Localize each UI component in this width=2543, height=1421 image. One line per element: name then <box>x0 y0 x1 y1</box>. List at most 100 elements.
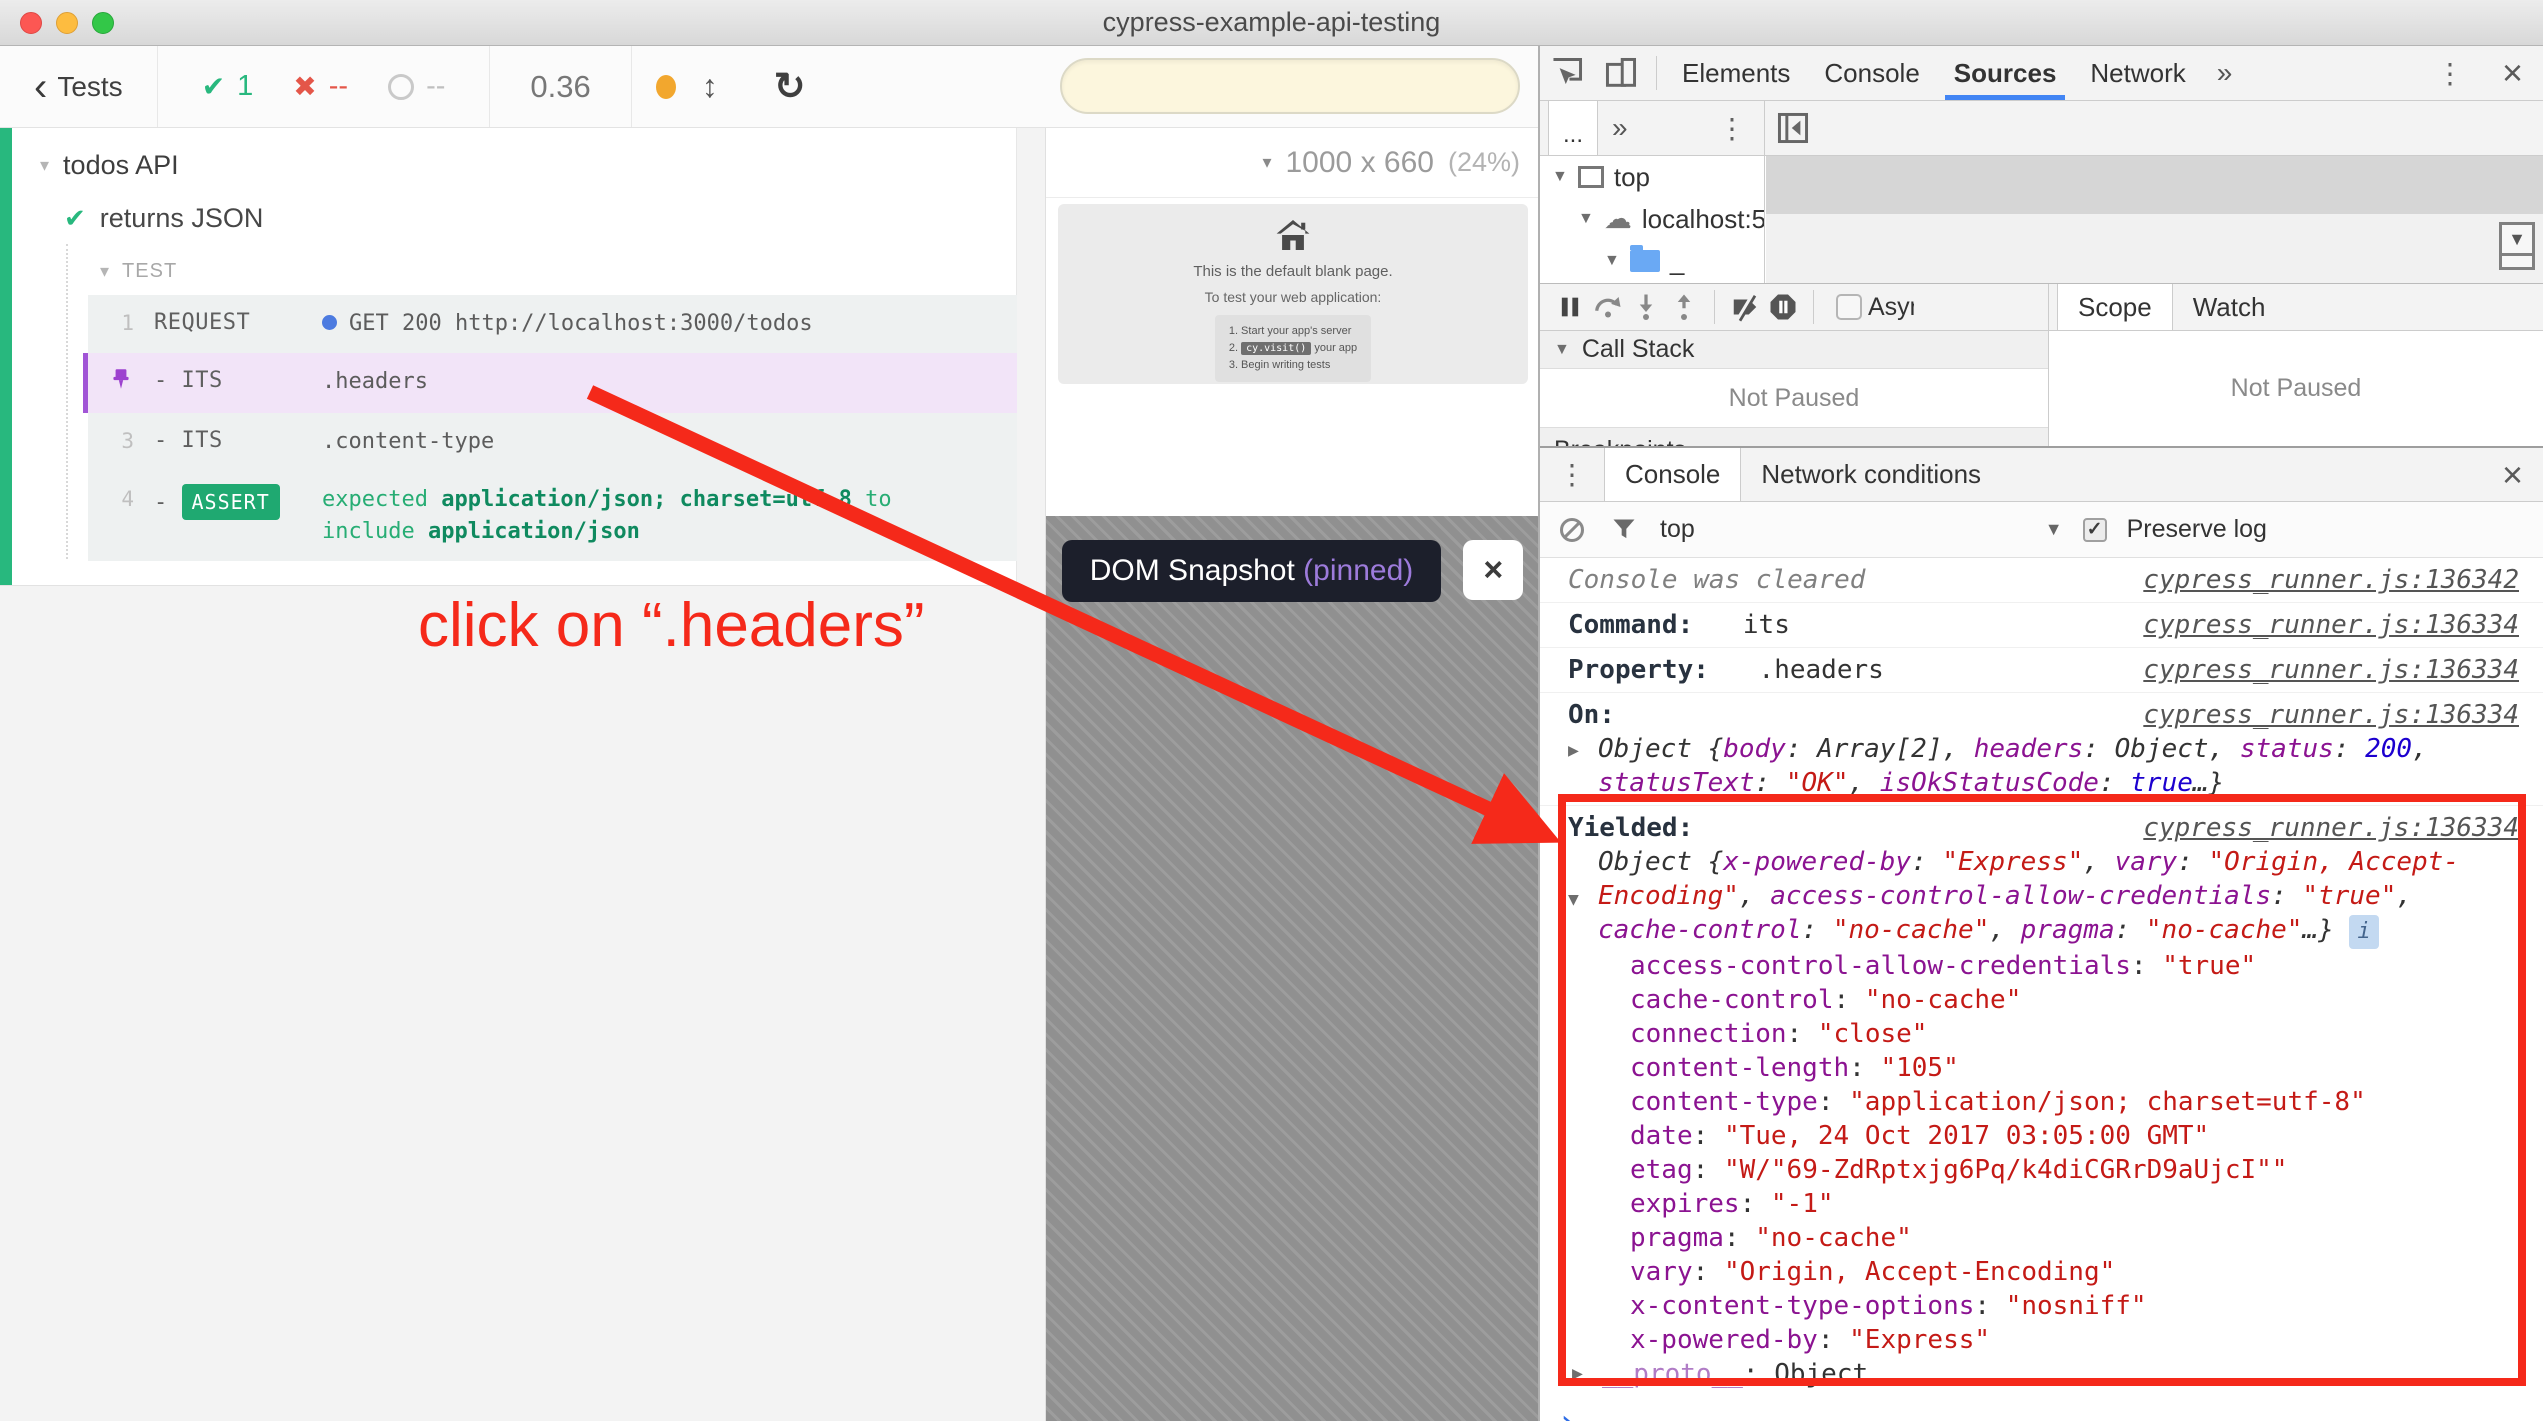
back-to-tests-button[interactable]: ‹ Tests <box>0 46 158 127</box>
expand-caret-icon[interactable]: ▶ <box>1572 1357 1583 1391</box>
header-property-row[interactable]: vary: "Origin, Accept-Encoding" <box>1630 1255 2519 1289</box>
inspect-element-icon[interactable] <box>1550 56 1584 90</box>
devtools-menu-icon[interactable]: ⋮ <box>2418 57 2482 90</box>
pin-icon <box>108 366 134 392</box>
header-property-row[interactable]: etag: "W/"69-ZdRptxjg6Pq/k4diCGRrD9aUjcI… <box>1630 1153 2519 1187</box>
header-property-row[interactable]: date: "Tue, 24 Oct 2017 03:05:00 GMT" <box>1630 1119 2519 1153</box>
unpin-snapshot-button[interactable]: × <box>1463 540 1523 600</box>
pending-stat[interactable]: -- <box>388 70 445 103</box>
tree-item-top[interactable]: ▼ top <box>1540 156 1764 198</box>
call-stack-section: ▼ Call Stack Not Paused Breakpoints <box>1540 331 2048 446</box>
header-property-row[interactable]: x-content-type-options: "nosniff" <box>1630 1289 2519 1323</box>
tab-network[interactable]: Network <box>2073 46 2202 100</box>
on-object-preview[interactable]: ▶ Object {body: Array[2], headers: Objec… <box>1568 732 2468 800</box>
filter-icon[interactable] <box>1608 514 1640 546</box>
drawer-tab-console[interactable]: Console <box>1604 448 1741 501</box>
tree-label: top <box>1614 162 1650 193</box>
header-property-row[interactable]: pragma: "no-cache" <box>1630 1221 2519 1255</box>
blank-page-steps: 1. Start your app's server 2. cy.visit()… <box>1215 315 1371 382</box>
tab-list-dropdown-icon[interactable]: ▼ <box>2499 222 2535 270</box>
drawer-tab-network-conditions[interactable]: Network conditions <box>1741 448 2001 501</box>
tab-console[interactable]: Console <box>1807 46 1936 100</box>
caret-down-icon: ▼ <box>1554 341 1570 359</box>
annotation-text: click on “.headers” <box>418 590 925 661</box>
header-property-row[interactable]: content-type: "application/json; charset… <box>1630 1085 2519 1119</box>
source-link[interactable]: cypress_runner.js:136334 <box>2143 653 2519 687</box>
call-stack-header[interactable]: ▼ Call Stack <box>1540 331 2048 369</box>
console-row-on: cypress_runner.js:136334 On: ▶ Object {b… <box>1540 693 2543 806</box>
expand-caret-icon[interactable]: ▶ <box>1568 734 1579 768</box>
tree-item-localhost[interactable]: ▼ ☁ localhost:5 <box>1540 198 1764 240</box>
tab-scope[interactable]: Scope <box>2057 284 2173 330</box>
snapshot-header-row: DOM Snapshot (pinned) × <box>1046 516 1539 602</box>
command-message: .headers <box>322 366 962 398</box>
test-section-row[interactable]: ▾ TEST <box>100 260 1016 283</box>
collapse-caret-icon[interactable]: ▼ <box>1568 883 1579 917</box>
info-icon[interactable]: i <box>2349 915 2378 949</box>
suite-title-row[interactable]: ▾ todos API <box>0 150 1016 181</box>
indent-guide <box>66 244 68 559</box>
property-name: x-content-type-options <box>1630 1291 1974 1321</box>
breakpoints-header-clipped[interactable]: Breakpoints <box>1540 427 2048 446</box>
console-drawer: ⋮ Console Network conditions × top ▼ ✓ P… <box>1540 446 2543 1421</box>
collapse-sidebar-icon[interactable] <box>1776 111 1810 145</box>
console-prompt[interactable]: › <box>1540 1396 2543 1421</box>
command-row-its-content-type[interactable]: 3 - ITS .content-type <box>88 413 1017 471</box>
passed-stat[interactable]: ✔ 1 <box>202 70 254 103</box>
header-property-row[interactable]: connection: "close" <box>1630 1017 2519 1051</box>
section-label: TEST <box>122 260 177 283</box>
tree-item-folder[interactable]: ▼ _ <box>1540 240 1764 282</box>
step-over-icon[interactable] <box>1592 291 1624 323</box>
clear-console-icon[interactable] <box>1556 514 1588 546</box>
source-editor-area: ▼ <box>1766 156 2543 283</box>
yielded-object-preview[interactable]: ▼ Object {x-powered-by: "Express", vary:… <box>1568 845 2468 949</box>
tab-sources[interactable]: Sources <box>1937 46 2074 100</box>
proto-row[interactable]: ▶ __proto__: Object <box>1568 1357 2519 1391</box>
header-property-row[interactable]: expires: "-1" <box>1630 1187 2519 1221</box>
more-tabs-icon[interactable]: » <box>2203 57 2247 89</box>
refresh-icon[interactable]: ↻ <box>774 64 806 109</box>
preserve-log-checkbox[interactable]: ✓ <box>2083 518 2107 542</box>
header-property-row[interactable]: x-powered-by: "Express" <box>1630 1323 2519 1357</box>
property-name: cache-control <box>1630 985 1834 1015</box>
header-property-row[interactable]: access-control-allow-credentials: "true" <box>1630 949 2519 983</box>
devtools-close-icon[interactable]: × <box>2482 52 2543 94</box>
test-title-row[interactable]: ✔ returns JSON <box>0 203 1016 234</box>
url-bar[interactable] <box>1060 58 1520 114</box>
command-row-assert[interactable]: 4 - ASSERT expected application/json; ch… <box>88 471 1017 561</box>
blank-page-preview: This is the default blank page. To test … <box>1058 204 1528 384</box>
tab-watch[interactable]: Watch <box>2173 284 2286 330</box>
navigator-overflow-tab[interactable]: ... <box>1548 101 1598 155</box>
property-value: "no-cache" <box>1755 1223 1912 1253</box>
pause-script-icon[interactable] <box>1554 291 1586 323</box>
drawer-menu-icon[interactable]: ⋮ <box>1540 458 1604 491</box>
command-row-request[interactable]: 1 REQUEST GET 200 http://localhost:3000/… <box>88 295 1017 353</box>
source-link[interactable]: cypress_runner.js:136334 <box>2143 811 2519 845</box>
drawer-close-icon[interactable]: × <box>2482 454 2543 496</box>
window-title: cypress-example-api-testing <box>0 7 2543 38</box>
tree-label: localhost:5 <box>1642 204 1765 235</box>
source-link[interactable]: cypress_runner.js:136334 <box>2143 608 2519 642</box>
failed-stat[interactable]: ✖ -- <box>293 70 348 103</box>
deactivate-breakpoints-icon[interactable] <box>1729 291 1761 323</box>
header-property-row[interactable]: cache-control: "no-cache" <box>1630 983 2519 1017</box>
source-link[interactable]: cypress_runner.js:136334 <box>2143 698 2519 732</box>
step-into-icon[interactable] <box>1630 291 1662 323</box>
device-toolbar-icon[interactable] <box>1604 56 1638 90</box>
source-link[interactable]: cypress_runner.js:136342 <box>2143 563 2519 597</box>
step-out-icon[interactable] <box>1668 291 1700 323</box>
execution-context-selector[interactable]: top <box>1660 515 1695 544</box>
console-row-cleared: cypress_runner.js:136342 Console was cle… <box>1540 558 2543 603</box>
pause-on-exceptions-icon[interactable] <box>1767 291 1799 323</box>
debugger-controls: Async <box>1540 284 2048 330</box>
header-property-row[interactable]: content-length: "105" <box>1630 1051 2519 1085</box>
tab-elements[interactable]: Elements <box>1665 46 1807 100</box>
assert-message: expected application/json; charset=utf-8… <box>322 484 962 548</box>
scope-watch-tabs: Scope Watch <box>2048 284 2543 330</box>
async-checkbox[interactable] <box>1836 294 1862 320</box>
context-caret-icon[interactable]: ▼ <box>2045 519 2063 540</box>
navigator-more-icon[interactable]: » <box>1598 112 1642 144</box>
viewport-menu-caret-icon[interactable]: ▾ <box>1262 152 1271 173</box>
navigator-menu-icon[interactable]: ⋮ <box>1700 112 1764 145</box>
command-row-its-headers[interactable]: - ITS .headers <box>83 353 1017 413</box>
